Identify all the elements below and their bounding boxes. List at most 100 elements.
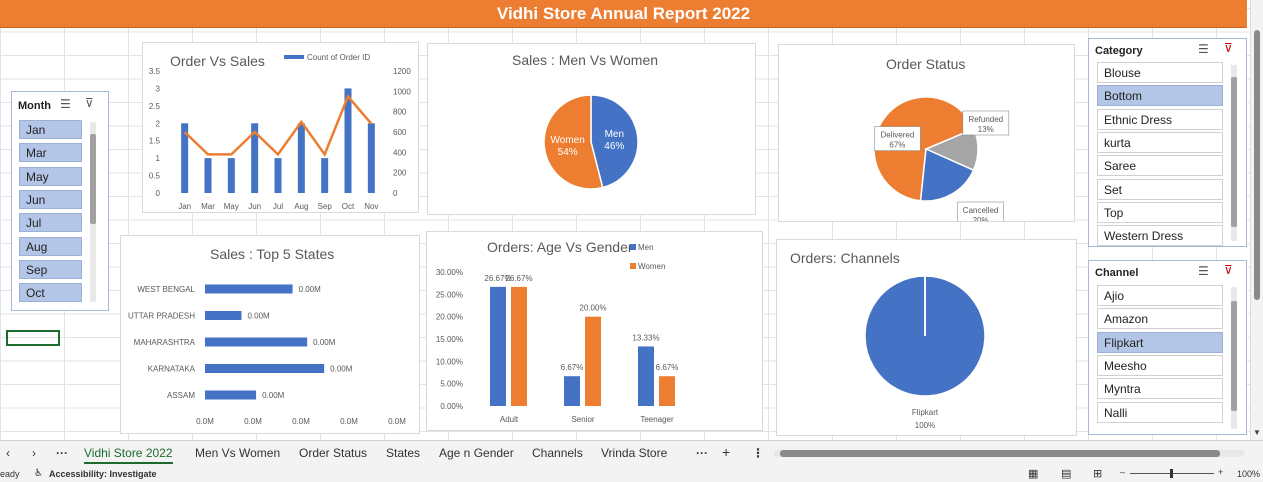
slicer-item[interactable]: Ethnic Dress [1097, 108, 1223, 130]
sheet-tab[interactable]: Vrinda Store [601, 446, 667, 460]
active-cell[interactable] [6, 330, 60, 346]
y2-tick-label: 0 [393, 189, 398, 198]
multi-select-icon[interactable]: ☰ [1198, 42, 1209, 56]
normal-view-icon[interactable]: ▦ [1028, 467, 1038, 480]
y-tick-label: 0.5 [149, 172, 161, 181]
sheet-tab[interactable]: States [386, 446, 420, 460]
zoom-out-icon[interactable]: – [1120, 467, 1125, 477]
zoom-level[interactable]: 100% [1237, 469, 1260, 479]
men-vs-women-svg: Men46% Women54% [543, 94, 639, 190]
multi-select-icon[interactable]: ☰ [1198, 264, 1209, 278]
slicer-item[interactable]: kurta [1097, 131, 1223, 153]
slicer-scroll-thumb[interactable] [1231, 301, 1237, 411]
x-tick-label: May [224, 202, 239, 211]
slicer-title: Channel [1095, 267, 1139, 279]
sheet-options-icon[interactable]: ⋮ [752, 446, 764, 460]
more-sheets-icon[interactable]: ··· [56, 446, 68, 460]
slicer-item[interactable]: Mar [19, 143, 82, 163]
slicer-scroll-thumb[interactable] [90, 134, 96, 224]
clear-filter-icon[interactable]: ⊽ [1224, 263, 1233, 277]
page-layout-icon[interactable]: ▤ [1061, 467, 1071, 480]
slicer-item[interactable]: Aug [19, 236, 82, 256]
chart-men-vs-women[interactable]: Sales : Men Vs Women Men 46% Women 54% [427, 43, 756, 215]
bar-value-label: 0.00M [330, 365, 353, 374]
bar-value-label: 0.00M [299, 285, 322, 294]
sheet-tab[interactable]: Men Vs Women [195, 446, 280, 460]
chart-order-status[interactable]: Order Status Delivered 67% Refunded 13% Canc… [778, 44, 1075, 222]
x-tick-label: 0.0M [340, 417, 358, 426]
chart-top-5-states[interactable]: Sales : Top 5 States WEST BENGAL 0.00M UTT… [120, 235, 420, 434]
slicer-item[interactable]: May [19, 166, 82, 186]
y-tick-label: 0 [156, 189, 161, 198]
vertical-scroll-thumb[interactable] [1254, 30, 1260, 300]
age-gender-bar [585, 316, 601, 406]
bar-value-label: 6.67% [561, 363, 584, 372]
chart-age-vs-gender[interactable]: Orders: Age Vs Gender 0.00% 5.00% 10.00% 15… [426, 231, 763, 431]
slicer-item[interactable]: Ajio [1097, 285, 1223, 306]
bar-value-label: 6.67% [656, 363, 679, 372]
slicer-item[interactable]: Bottom [1097, 85, 1223, 107]
add-sheet-icon[interactable]: + [722, 444, 730, 460]
bar-value-label: 0.00M [262, 391, 285, 400]
slicer-item[interactable]: Jul [19, 213, 82, 233]
x-tick-label: 0.0M [244, 417, 262, 426]
month-slicer[interactable]: Month ☰ ⊽ Jan Mar May Jun Jul Aug Sep Oct [11, 91, 109, 311]
x-tick-label: Jan [178, 202, 191, 211]
accessibility-status[interactable]: Accessibility: Investigate [49, 469, 157, 479]
slicer-item[interactable]: Flipkart [1097, 331, 1223, 353]
zoom-in-icon[interactable]: + [1218, 467, 1223, 477]
category-slicer[interactable]: Category ☰ ⊽ Blouse Bottom Ethnic Dress kur… [1088, 38, 1247, 247]
y-tick-label: 10.00% [436, 357, 463, 366]
multi-select-icon[interactable]: ☰ [60, 97, 71, 111]
slicer-item[interactable]: Western Dress [1097, 225, 1223, 247]
chart-order-vs-sales[interactable]: Order Vs Sales 0 0.5 1 1.5 2 2.5 3 3.5 0 200 400 60… [142, 42, 419, 213]
slicer-item[interactable]: Jun [19, 189, 82, 209]
zoom-slider-thumb[interactable] [1170, 469, 1173, 478]
page-break-icon[interactable]: ⊞ [1093, 467, 1102, 480]
x-tick-label: Adult [500, 415, 519, 424]
x-tick-label: Oct [342, 202, 355, 211]
age-gender-bar [511, 286, 527, 406]
slicer-item[interactable]: Set [1097, 178, 1223, 200]
slicer-item[interactable]: Top [1097, 201, 1223, 223]
slicer-item[interactable]: Myntra [1097, 378, 1223, 400]
sheet-tab[interactable]: Vidhi Store 2022 [84, 446, 173, 464]
top-states-svg: WEST BENGAL 0.00M UTTAR PRADESH 0.00M MAHARA… [128, 284, 406, 426]
bar-value-label: 20.00% [579, 304, 606, 313]
horizontal-scroll-thumb[interactable] [780, 450, 1220, 457]
y2-tick-label: 400 [393, 148, 407, 157]
sheet-tab[interactable]: Order Status [299, 446, 367, 460]
more-tabs-icon[interactable]: ··· [696, 446, 708, 460]
clear-filter-icon[interactable]: ⊽ [1224, 41, 1233, 55]
horizontal-scrollbar[interactable] [774, 450, 1244, 457]
pie-value-label: 46% [604, 141, 624, 152]
y2-tick-label: 1200 [393, 67, 411, 76]
slicer-item[interactable]: Oct [19, 283, 82, 303]
chart-channels[interactable]: Orders: Channels Flipkart 100% [776, 239, 1077, 436]
y-tick-label: 3.5 [149, 67, 161, 76]
vertical-scrollbar[interactable]: ▼ [1250, 0, 1263, 440]
x-tick-label: Jun [248, 202, 261, 211]
slicer-item[interactable]: Meesho [1097, 354, 1223, 376]
pie-label: Refunded [968, 115, 1003, 124]
prev-sheet-icon[interactable]: ‹ [6, 446, 10, 460]
scroll-down-arrow-icon[interactable]: ▼ [1253, 428, 1261, 437]
channel-slicer[interactable]: Channel ☰ ⊽ Ajio Amazon Flipkart Meesho Mynt… [1088, 260, 1247, 435]
sheet-tab[interactable]: Age n Gender [439, 446, 514, 460]
sales-line [183, 94, 373, 157]
slicer-scroll-thumb[interactable] [1231, 77, 1237, 227]
clear-filter-icon[interactable]: ⊽ [85, 96, 94, 110]
slicer-item[interactable]: Saree [1097, 155, 1223, 177]
slicer-item[interactable]: Sep [19, 259, 82, 279]
slicer-item[interactable]: Blouse [1097, 62, 1223, 83]
x-tick-label: 0.0M [388, 417, 406, 426]
x-tick-label: Jul [273, 202, 283, 211]
slicer-item[interactable]: Amazon [1097, 308, 1223, 330]
bar-value-label: 26.67% [505, 274, 532, 283]
bar-order-count [227, 158, 235, 193]
sheet-tab[interactable]: Channels [532, 446, 583, 460]
next-sheet-icon[interactable]: › [32, 446, 36, 460]
slicer-item[interactable]: Jan [19, 120, 82, 139]
slicer-item[interactable]: Nalli [1097, 401, 1223, 423]
legend-label: Count of Order ID [307, 53, 370, 62]
